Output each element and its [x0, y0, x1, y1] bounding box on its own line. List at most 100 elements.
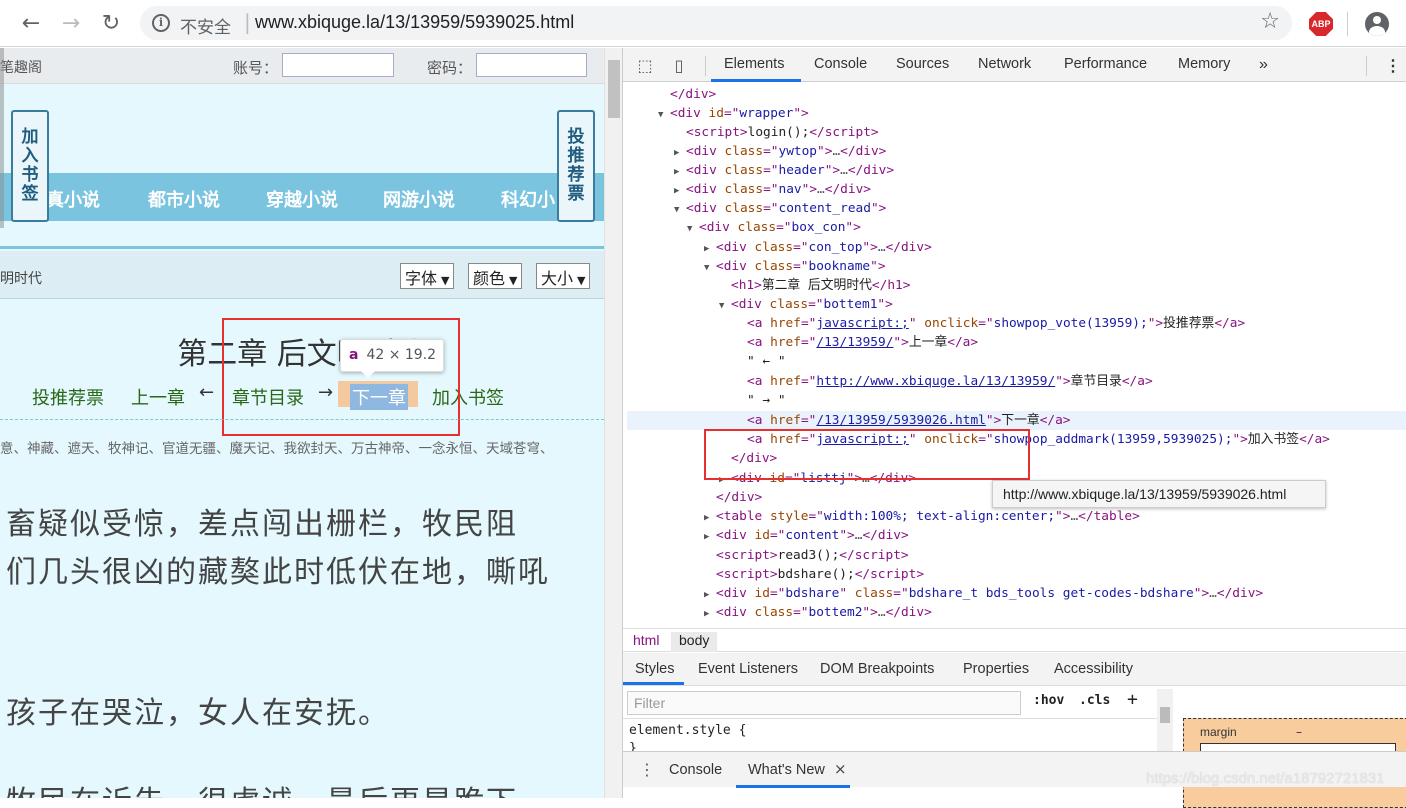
dom-line[interactable]: ▶ <div id="content">…</div> — [704, 526, 909, 545]
triangle-right-icon[interactable]: ▶ — [704, 605, 713, 624]
tab-elements[interactable]: Elements — [724, 56, 784, 72]
dom-line[interactable]: " ← " — [747, 352, 786, 371]
tab-console[interactable]: Console — [814, 56, 867, 72]
hov-button[interactable]: :hov — [1033, 693, 1064, 708]
dom-line[interactable]: ▶ <div class="con_top">…</div> — [704, 238, 932, 257]
nav-item[interactable]: 真小说 — [46, 186, 100, 212]
bookmark-scroll-tab[interactable]: 加入书签 — [11, 110, 49, 222]
triangle-down-icon[interactable]: ▼ — [687, 220, 696, 239]
page-scroll-thumb[interactable] — [608, 60, 620, 118]
triangle-down-icon[interactable]: ▼ — [704, 259, 713, 278]
login-bar: 笔趣阁 账号： 密码： — [0, 48, 604, 84]
filter-input[interactable]: Filter — [627, 691, 1021, 715]
dom-line[interactable]: <script>bdshare();</script> — [716, 565, 924, 584]
breadcrumb-body[interactable]: body — [671, 632, 718, 652]
tab-properties[interactable]: Properties — [963, 661, 1029, 677]
account-icon[interactable] — [1365, 12, 1389, 36]
back-button[interactable]: ← — [16, 8, 46, 38]
info-icon[interactable]: i — [152, 14, 170, 32]
reload-icon: ↻ — [101, 10, 121, 36]
triangle-down-icon[interactable]: ▼ — [674, 201, 683, 220]
drawer-menu-icon[interactable]: ⋮ — [639, 760, 655, 779]
dom-line[interactable]: ▼ <div class="box_con"> — [687, 218, 861, 237]
dom-line[interactable]: ▼ <div class="bookname"> — [704, 257, 886, 276]
tab-performance[interactable]: Performance — [1064, 56, 1147, 72]
box-margin-value[interactable]: – — [1296, 725, 1302, 739]
dom-line[interactable]: ▼ <div class="bottem1"> — [719, 295, 893, 314]
dom-line[interactable]: ▶ <div class="header">…</div> — [674, 161, 894, 180]
dom-line[interactable]: ▶ <table style="width:100%; text-align:ce… — [704, 507, 1140, 526]
address-bar[interactable]: i 不安全 | www.xbiquge.la/13/13959/5939025.… — [140, 6, 1292, 40]
device-icon[interactable]: ▯ — [669, 56, 689, 75]
tab-styles[interactable]: Styles — [635, 661, 675, 677]
triangle-down-icon[interactable]: ▼ — [658, 106, 667, 125]
nav-item[interactable]: 网游小说 — [383, 186, 455, 212]
recommend-list[interactable]: 意、神藏、遮天、牧神记、官道无疆、魔天记、我欲封天、万古神帝、一念永恒、天域苍穹… — [0, 437, 554, 457]
page-scrollbar[interactable] — [604, 48, 622, 798]
dom-line[interactable]: <script>read3();</script> — [716, 546, 909, 565]
vote-scroll-tab[interactable]: 投推荐票 — [557, 110, 595, 222]
add-rule-button[interactable]: + — [1127, 689, 1138, 710]
kebab-menu-icon[interactable]: ⋮ — [1385, 56, 1401, 76]
category-nav: 真小说 都市小说 穿越小说 网游小说 科幻小 — [0, 173, 604, 221]
tab-sources[interactable]: Sources — [896, 56, 949, 72]
close-icon[interactable]: × — [834, 760, 847, 778]
prev-chapter-link[interactable]: 上一章 — [131, 384, 185, 410]
dom-line[interactable]: </div> — [670, 85, 716, 104]
dom-line[interactable]: <a href="http://www.xbiquge.la/13/13959/… — [747, 372, 1153, 391]
star-icon[interactable]: ☆ — [1260, 9, 1280, 34]
tab-dom-breakpoints[interactable]: DOM Breakpoints — [820, 661, 934, 677]
dom-line[interactable]: ▶ <div id="bdshare" class="bdshare_t bds_… — [704, 584, 1263, 603]
tab-separator — [705, 56, 706, 76]
dom-line[interactable]: " → " — [747, 391, 786, 410]
forward-button[interactable]: → — [56, 8, 86, 38]
window-edge — [0, 48, 4, 228]
tab-accessibility[interactable]: Accessibility — [1054, 661, 1133, 677]
triangle-down-icon[interactable]: ▼ — [719, 297, 728, 316]
inspect-icon[interactable]: ⬚ — [635, 56, 655, 75]
chevron-double-right-icon[interactable]: » — [1259, 56, 1268, 74]
chapter-breadcrumb: 明时代 — [0, 271, 42, 287]
size-select[interactable]: 大小 ▼ — [536, 263, 591, 289]
page-viewport: 笔趣阁 账号： 密码： 真小说 都市小说 穿越小说 网游小说 科幻小 加入书签 … — [0, 48, 604, 798]
color-select[interactable]: 颜色 ▼ — [468, 263, 523, 289]
dom-line-hovered[interactable]: <a href="/13/13959/5939026.html">下一章</a> — [747, 411, 1071, 430]
account-input[interactable] — [282, 53, 394, 77]
drawer-tab-console[interactable]: Console — [669, 762, 722, 778]
font-select[interactable]: 字体 ▼ — [400, 263, 455, 289]
active-tab-indicator — [711, 79, 801, 82]
cls-button[interactable]: .cls — [1079, 693, 1110, 708]
nav-item[interactable]: 都市小说 — [148, 186, 220, 212]
tab-event-listeners[interactable]: Event Listeners — [698, 661, 798, 677]
element-style-rule[interactable]: element.style { — [629, 723, 746, 738]
tab-memory[interactable]: Memory — [1178, 56, 1230, 72]
dom-line[interactable]: ▶ <div class="bottem2">…</div> — [704, 603, 932, 622]
password-input[interactable] — [476, 53, 587, 77]
styles-scroll-thumb[interactable] — [1160, 707, 1170, 723]
dashed-divider — [0, 419, 604, 420]
tab-network[interactable]: Network — [978, 56, 1031, 72]
element-size-tooltip: a 42 × 19.2 — [340, 339, 444, 378]
url-text[interactable]: www.xbiquge.la/13/13959/5939025.html — [255, 12, 574, 33]
bookmark-tab-label: 加入书签 — [21, 127, 39, 204]
dom-line[interactable]: </div> — [716, 488, 762, 507]
nav-item[interactable]: 科幻小 — [501, 186, 555, 212]
vote-link[interactable]: 投推荐票 — [32, 384, 104, 410]
dom-line[interactable]: ▶ <div class="nav">…</div> — [674, 180, 871, 199]
reload-button[interactable]: ↻ — [96, 8, 126, 38]
dom-line[interactable]: <script>login();</script> — [686, 123, 879, 142]
drawer-tab-whats-new[interactable]: What's New — [748, 762, 825, 778]
dom-line[interactable]: ▶ <div class="ywtop">…</div> — [674, 142, 886, 161]
dom-line[interactable]: <h1>第二章 后文明时代</h1> — [731, 276, 910, 295]
dom-line[interactable]: <a href="javascript:;" onclick="showpop_… — [747, 314, 1245, 333]
triangle-right-icon[interactable]: ▶ — [704, 528, 713, 547]
breadcrumb-html[interactable]: html — [625, 632, 667, 652]
site-name[interactable]: 笔趣阁 — [0, 57, 42, 77]
dom-line[interactable]: ▼ <div id="wrapper"> — [658, 104, 809, 123]
arrow-right-icon: → — [61, 10, 81, 36]
nav-item[interactable]: 穿越小说 — [266, 186, 338, 212]
dom-line[interactable]: <a href="/13/13959/">上一章</a> — [747, 333, 978, 352]
styles-scrollbar[interactable] — [1157, 689, 1173, 751]
dom-line[interactable]: ▼ <div class="content_read"> — [674, 199, 886, 218]
adblock-icon[interactable]: ABP — [1309, 12, 1333, 36]
